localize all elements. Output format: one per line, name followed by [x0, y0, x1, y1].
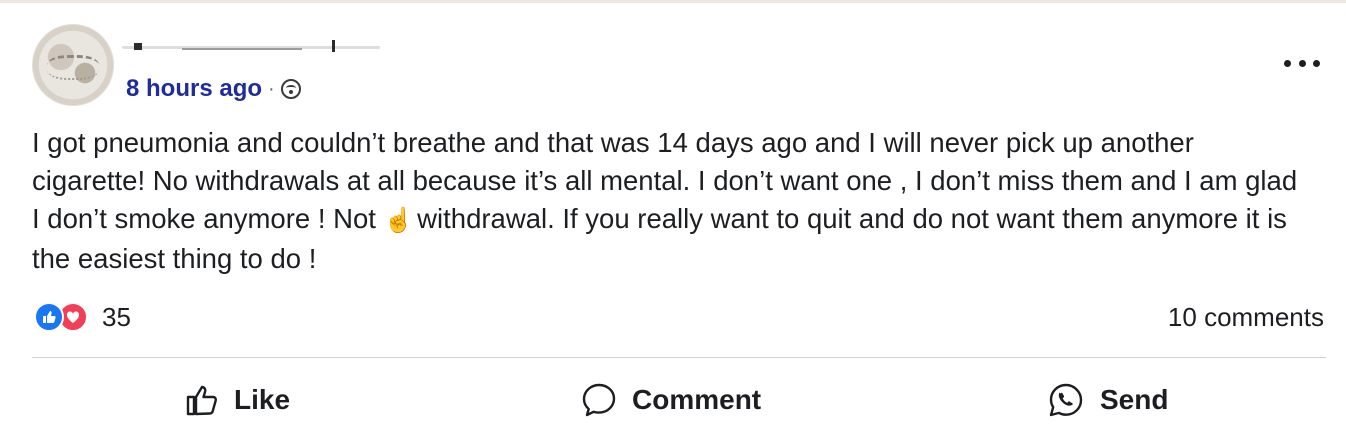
reactions-summary[interactable]: 35: [34, 300, 131, 334]
comments-count-link[interactable]: 10 comments: [1168, 300, 1324, 334]
whatsapp-send-icon: [1049, 383, 1083, 417]
thumbs-up-icon: [186, 385, 218, 416]
reaction-count: 35: [102, 301, 131, 332]
post-actions: Like Comment Send: [0, 374, 1346, 426]
post-meta: 8 hours ago ·: [126, 75, 301, 103]
send-button[interactable]: Send: [1046, 374, 1168, 426]
avatar[interactable]: [32, 24, 114, 106]
send-label: Send: [1100, 384, 1169, 415]
meta-separator: ·: [268, 77, 275, 100]
more-horizontal-icon[interactable]: [1284, 56, 1320, 70]
comment-button[interactable]: Comment: [580, 374, 761, 426]
comment-label: Comment: [632, 384, 762, 415]
friends-icon[interactable]: [280, 79, 301, 99]
post-timestamp[interactable]: 8 hours ago: [126, 75, 262, 103]
post-text: I got pneumonia and couldn’t breathe and…: [32, 124, 1312, 278]
divider: [32, 357, 1326, 358]
author-name-redacted[interactable]: [122, 38, 382, 58]
pointing-up-emoji: ☝: [383, 207, 414, 234]
comment-icon: [582, 383, 616, 417]
like-label: Like: [234, 384, 291, 415]
like-button[interactable]: Like: [184, 374, 290, 426]
like-reaction-icon: [34, 302, 64, 332]
